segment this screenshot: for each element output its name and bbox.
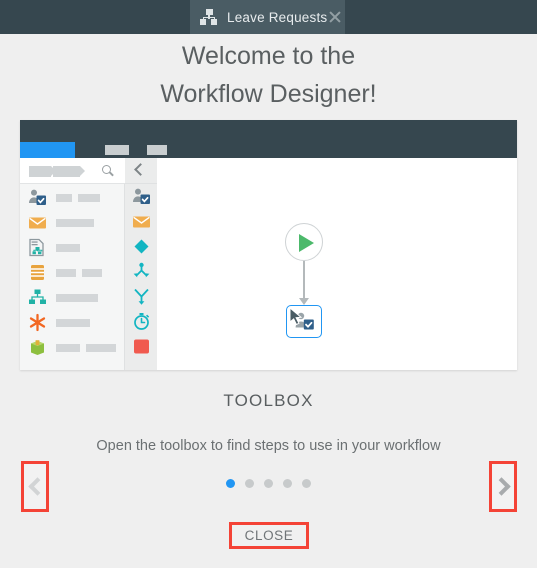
workflow-start-node — [285, 223, 323, 261]
caption-title: TOOLBOX — [223, 391, 314, 410]
chevron-right-icon — [491, 477, 511, 496]
pagination-dot-3[interactable] — [264, 479, 273, 488]
connector-arrowhead — [299, 298, 309, 305]
chevron-left-icon — [134, 163, 147, 176]
asterisk-icon — [28, 313, 47, 332]
list-item — [20, 310, 124, 335]
tour-illustration — [20, 120, 517, 370]
sitemap-icon — [200, 8, 218, 26]
list-item — [20, 185, 124, 210]
placeholder-bars — [56, 193, 100, 202]
placeholder-bars — [56, 293, 98, 302]
headline-line-2: Workflow Designer! — [160, 80, 377, 108]
collapse-toolbox-button[interactable] — [125, 158, 157, 184]
stop-icon — [132, 337, 151, 356]
toolbox-list — [20, 185, 124, 360]
tab-label: Leave Requests — [227, 9, 328, 25]
document-flow-icon — [28, 238, 47, 257]
strip-item — [125, 184, 157, 209]
split-branch-icon — [132, 262, 151, 281]
close-icon[interactable] — [327, 9, 335, 25]
illustration-topbar — [20, 120, 517, 158]
list-item — [20, 335, 124, 360]
strip-item — [125, 234, 157, 259]
timer-icon — [132, 312, 151, 331]
headline-line-1: Welcome to the — [181, 42, 356, 70]
page-title: Welcome to the Workflow Designer! — [0, 40, 537, 110]
placeholder-bars — [56, 318, 90, 327]
envelope-icon — [132, 212, 151, 231]
previous-slide-button[interactable] — [21, 461, 49, 512]
strip-item — [125, 309, 157, 334]
arrow-down-connector — [303, 261, 305, 301]
list-item — [20, 235, 124, 260]
strip-item — [125, 284, 157, 309]
illustration-icon-strip — [125, 158, 157, 370]
list-item — [20, 285, 124, 310]
breadcrumb — [53, 166, 85, 177]
search-icon — [102, 165, 111, 174]
play-icon — [299, 234, 314, 252]
illustration-active-tab — [20, 142, 75, 158]
strip-item — [125, 259, 157, 284]
envelope-icon — [28, 213, 47, 232]
close-button[interactable]: CLOSE — [229, 522, 309, 549]
breadcrumb — [29, 166, 56, 177]
package-icon — [28, 338, 47, 357]
list-item — [20, 260, 124, 285]
placeholder-bars — [56, 268, 102, 277]
tab-leave-requests[interactable]: Leave Requests — [190, 0, 345, 34]
chevron-left-icon — [27, 477, 47, 496]
org-chart-icon — [28, 288, 47, 307]
placeholder-bars — [56, 343, 116, 352]
pagination-dot-4[interactable] — [283, 479, 292, 488]
window-titlebar: Leave Requests — [0, 0, 537, 34]
illustration-topbar-placeholder — [105, 145, 129, 155]
pagination-dot-5[interactable] — [302, 479, 311, 488]
next-slide-button[interactable] — [489, 461, 517, 512]
caption-subtitle: Open the toolbox to find steps to use in… — [96, 438, 441, 454]
pagination-dots — [0, 479, 537, 488]
pagination-dot-2[interactable] — [245, 479, 254, 488]
illustration-search-row — [20, 158, 125, 184]
diamond-decision-icon — [132, 237, 151, 256]
illustration-toolbox-panel — [20, 158, 125, 370]
user-task-icon — [132, 187, 151, 206]
database-icon — [28, 263, 47, 282]
user-task-icon — [28, 188, 47, 207]
strip-item — [125, 334, 157, 359]
merge-branch-icon — [132, 287, 151, 306]
strip-item — [125, 209, 157, 234]
list-item — [20, 210, 124, 235]
workflow-selected-node — [286, 305, 322, 338]
welcome-tour-dialog: Leave Requests Welcome to the Workflow D… — [0, 0, 537, 568]
illustration-topbar-placeholder — [147, 145, 167, 155]
pagination-dot-1[interactable] — [226, 479, 235, 488]
placeholder-bars — [56, 243, 80, 252]
placeholder-bars — [56, 218, 94, 227]
illustration-canvas — [157, 158, 517, 370]
